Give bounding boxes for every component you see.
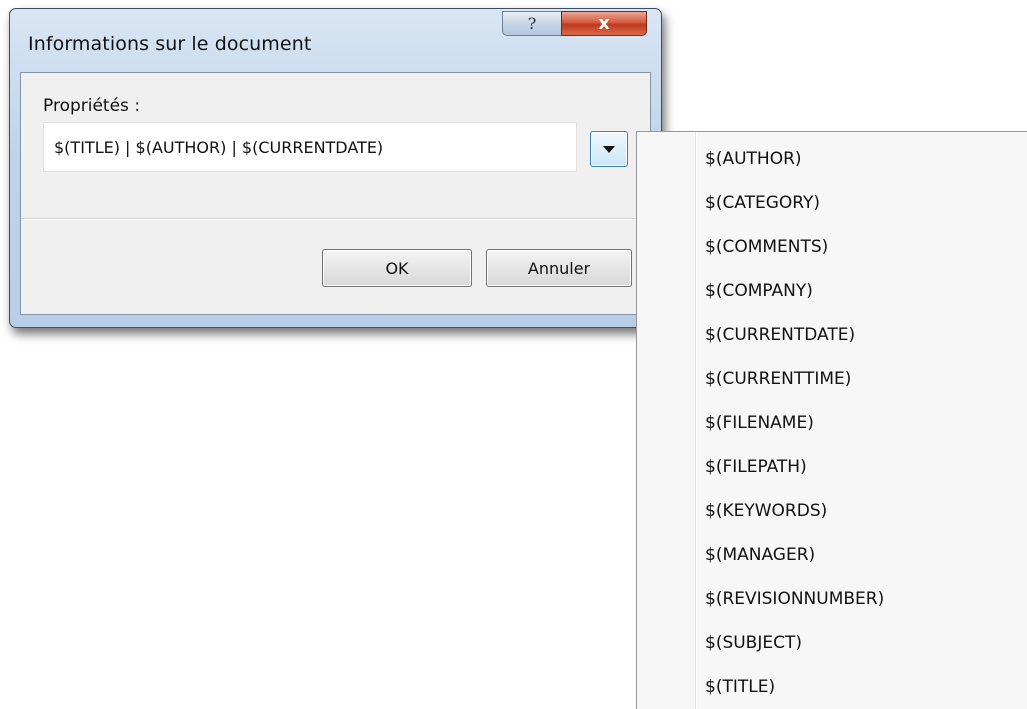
close-button[interactable]: x [561,11,647,36]
menu-item-comments[interactable]: $(COMMENTS) [705,232,828,262]
cancel-button[interactable]: Annuler [486,249,632,287]
menu-item-title[interactable]: $(TITLE) [705,672,775,702]
menu-gutter [695,132,697,709]
properties-label: Propriétés : [43,96,141,116]
dialog-title: Informations sur le document [28,33,312,55]
help-button[interactable]: ? [502,11,562,36]
divider [21,218,650,220]
menu-item-subject[interactable]: $(SUBJECT) [705,628,802,658]
menu-item-keywords[interactable]: $(KEYWORDS) [705,496,827,526]
chevron-down-icon [603,145,615,153]
properties-input[interactable]: $(TITLE) | $(AUTHOR) | $(CURRENTDATE) [43,122,577,172]
insert-field-dropdown-button[interactable] [590,131,628,167]
menu-item-revisionnumber[interactable]: $(REVISIONNUMBER) [705,584,884,614]
ok-button[interactable]: OK [322,249,472,287]
menu-item-category[interactable]: $(CATEGORY) [705,188,820,218]
menu-item-filename[interactable]: $(FILENAME) [705,408,814,438]
menu-item-company[interactable]: $(COMPANY) [705,276,813,306]
menu-item-currenttime[interactable]: $(CURRENTTIME) [705,364,851,394]
menu-item-author[interactable]: $(AUTHOR) [705,144,802,174]
field-menu: $(AUTHOR) $(CATEGORY) $(COMMENTS) $(COMP… [636,131,1027,709]
menu-item-currentdate[interactable]: $(CURRENTDATE) [705,320,855,350]
menu-item-filepath[interactable]: $(FILEPATH) [705,452,807,482]
menu-item-manager[interactable]: $(MANAGER) [705,540,815,570]
